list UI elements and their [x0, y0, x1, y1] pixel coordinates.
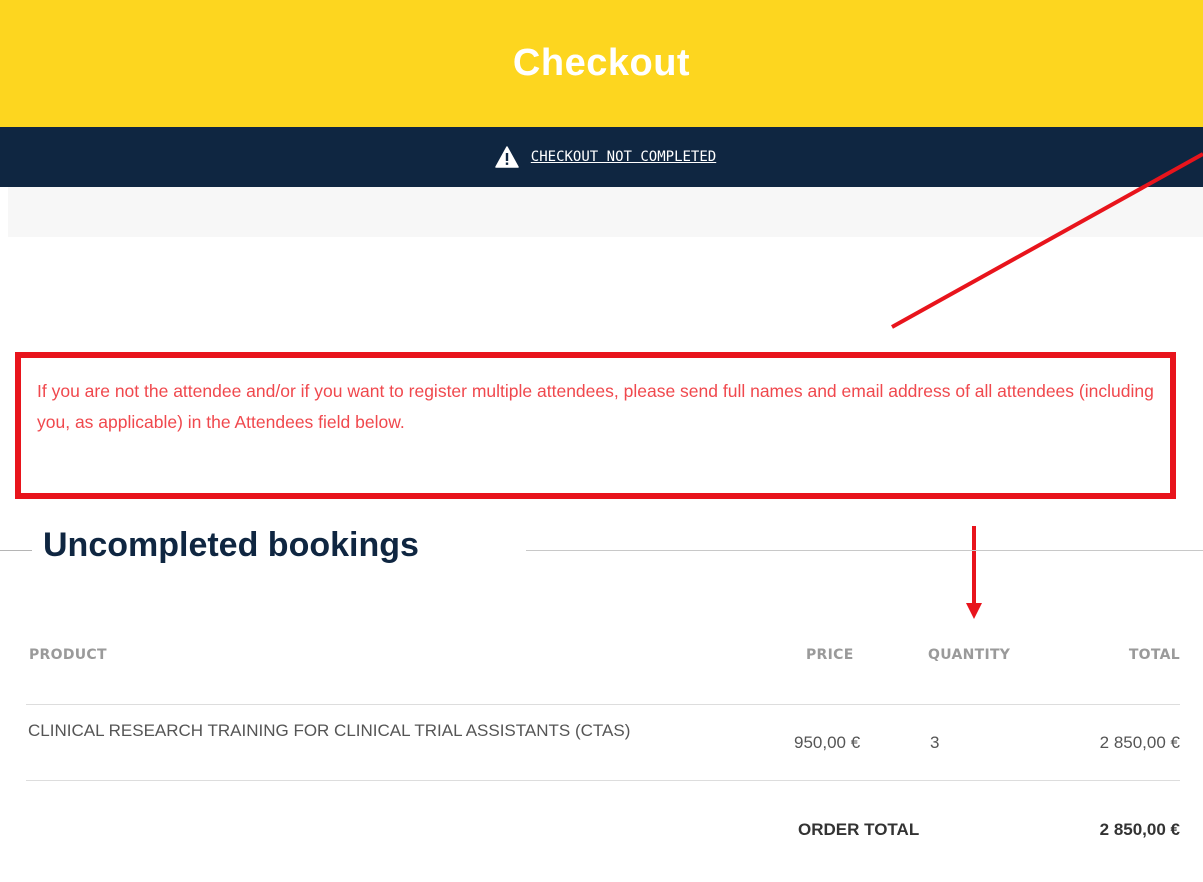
content-top-band	[8, 187, 1203, 237]
column-header-total: TOTAL	[1128, 647, 1180, 663]
column-header-product: PRODUCT	[29, 647, 107, 663]
checkout-header: Checkout	[0, 0, 1203, 127]
column-header-price: PRICE	[806, 647, 854, 663]
uncompleted-bookings-heading: Uncompleted bookings	[0, 524, 1203, 576]
attendee-notice-text: If you are not the attendee and/or if yo…	[37, 381, 1154, 432]
order-total-label: ORDER TOTAL	[798, 820, 920, 839]
column-header-quantity: QUANTITY	[928, 647, 1011, 663]
section-title: Uncompleted bookings	[43, 526, 419, 564]
table-cell-quantity: 3	[930, 733, 940, 752]
checkout-not-completed-link[interactable]: CHECKOUT NOT COMPLETED	[531, 149, 716, 165]
page-title: Checkout	[512, 42, 691, 84]
heading-rule-left	[0, 550, 32, 551]
attendee-notice-box: If you are not the attendee and/or if yo…	[15, 352, 1176, 499]
status-message: CHECKOUT NOT COMPLETED	[495, 146, 716, 168]
table-cell-product: CLINICAL RESEARCH TRAINING FOR CLINICAL …	[28, 721, 631, 740]
table-row-divider	[26, 780, 1180, 781]
table-row-divider	[26, 704, 1180, 705]
table-cell-total: 2 850,00 €	[1099, 733, 1180, 752]
vertical-annotation-arrow-head	[966, 603, 982, 619]
order-total-value: 2 850,00 €	[1099, 820, 1180, 839]
table-cell-price: 950,00 €	[794, 733, 861, 752]
warning-icon	[495, 146, 519, 168]
heading-rule-right	[526, 550, 1203, 551]
checkout-status-bar: CHECKOUT NOT COMPLETED	[0, 127, 1203, 187]
